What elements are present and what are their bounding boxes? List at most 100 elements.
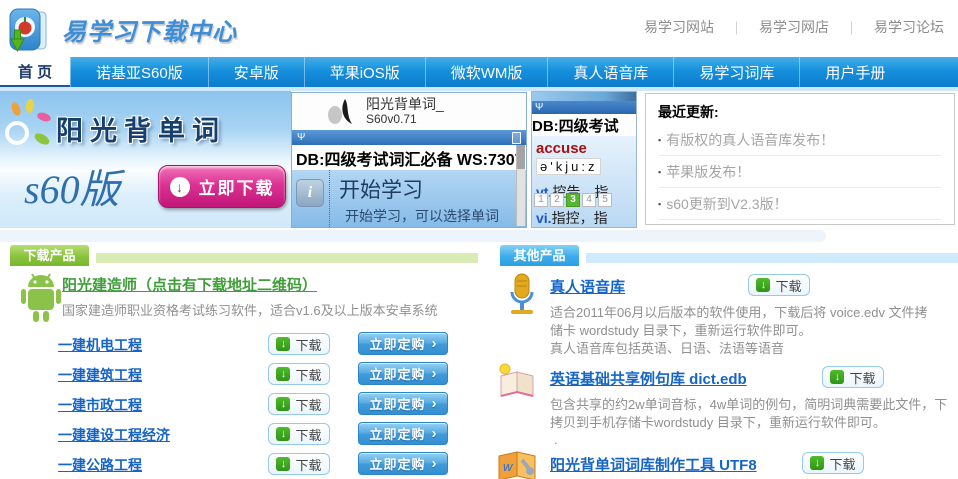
nav-tab-home[interactable]: 首 页: [0, 57, 70, 87]
order-now-button[interactable]: 立即定购 ›: [358, 422, 448, 445]
course-link[interactable]: 一建公路工程: [58, 455, 142, 475]
download-icon: ↓: [276, 337, 290, 351]
app-swoosh-icon: [326, 98, 356, 126]
signal-icon: Ψ: [535, 102, 543, 113]
phone-left-header: 阳光背单词_ S60v0.71: [292, 93, 526, 130]
nav-tab-nokia-s60[interactable]: 诺基亚S60版: [70, 57, 208, 87]
android-icon: [18, 270, 64, 324]
link-separator: ｜: [845, 18, 858, 37]
phone-scrollbar[interactable]: [516, 145, 525, 226]
download-icon: ↓: [756, 278, 770, 292]
nav-tab-wm[interactable]: 微软WM版: [425, 57, 548, 87]
course-link[interactable]: 一建建筑工程: [58, 365, 142, 385]
phonetic-text: ə'kju:z: [536, 158, 601, 175]
download-icon: ↓: [276, 457, 290, 471]
description-line: 适合2011年06月以后版本的软件使用，下载后将 voice.edv 文件拷: [550, 302, 928, 321]
phone-left-titlebar: Ψ: [292, 130, 526, 145]
sentence-library-link[interactable]: 英语基础共享例句库 dict.edb: [550, 368, 747, 389]
download-button[interactable]: ↓ 下载: [268, 453, 330, 475]
order-now-button[interactable]: 立即定购 ›: [358, 362, 448, 385]
updates-title: 最近更新:: [658, 102, 942, 122]
phone-right-wallpaper: [532, 92, 636, 101]
menu-item-title: 开始学习: [339, 174, 423, 204]
download-row: 一建公路工程 ↓ 下载 立即定购 ›: [0, 452, 478, 476]
nav-tab-ios[interactable]: 苹果iOS版: [304, 57, 425, 87]
promo-flower-icon: [2, 99, 56, 155]
meaning-vi: vi.指控，指: [536, 208, 636, 228]
download-icon: ↓: [276, 397, 290, 411]
download-button[interactable]: ↓ 下载: [268, 423, 330, 445]
chevron-right-icon: ›: [432, 426, 437, 441]
chevron-right-icon: ›: [432, 336, 437, 351]
page-indicator: 1 2 3 4 5: [534, 193, 612, 207]
word-text: accuse: [536, 136, 636, 157]
tab-other-products[interactable]: 其他产品: [500, 245, 579, 266]
page-4[interactable]: 4: [582, 193, 596, 207]
download-row: 一建建筑工程 ↓ 下载 立即定购 ›: [0, 362, 478, 386]
voice-library-link[interactable]: 真人语音库: [550, 276, 625, 297]
svg-text:w: w: [503, 459, 514, 474]
info-icon: i: [296, 179, 324, 207]
download-button[interactable]: ↓ 下载: [748, 274, 810, 296]
course-link[interactable]: 一建建设工程经济: [58, 425, 170, 445]
book-icon: [496, 362, 538, 398]
banner-row: 阳光背单词 s60版 ↓ 立即下载 阳光背单词_ S60v0.71 Ψ: [0, 91, 958, 228]
screenshot-phone-left: 阳光背单词_ S60v0.71 Ψ DB:四级考试词汇必备 WS:7307 i …: [291, 92, 527, 228]
nav-tab-android[interactable]: 安卓版: [208, 57, 304, 87]
phone-left-menu: i 开始学习 开始学习，可以选择单词: [292, 170, 526, 227]
download-row: 一建建设工程经济 ↓ 下载 立即定购 ›: [0, 422, 478, 446]
nav-tab-dictionary[interactable]: 易学习词库: [673, 57, 799, 87]
phone-app-name: 阳光背单词_: [366, 97, 444, 112]
order-now-button[interactable]: 立即定购 ›: [358, 392, 448, 415]
link-website[interactable]: 易学习网站: [644, 17, 714, 37]
download-button[interactable]: ↓ 下载: [268, 333, 330, 355]
page-5[interactable]: 5: [598, 193, 612, 207]
battery-icon: [512, 132, 521, 144]
scrollbar-thumb[interactable]: [517, 145, 525, 169]
dict-tool-link[interactable]: 阳光背单词词库制作工具 UTF8: [550, 454, 757, 475]
bullet-icon: ▪: [658, 167, 661, 177]
tab-download-products[interactable]: 下载产品: [10, 245, 89, 266]
update-item[interactable]: ▪苹果版发布！: [658, 156, 942, 188]
download-button[interactable]: ↓ 下载: [822, 366, 884, 388]
download-icon: ↓: [276, 367, 290, 381]
page-3-active[interactable]: 3: [566, 193, 580, 207]
chevron-right-icon: ›: [432, 456, 437, 471]
description-line: 真人语音库包括英语、日语、法语等语音: [550, 338, 784, 357]
page: 易学习下载中心 易学习网站 ｜ 易学习网店 ｜ 易学习论坛 首 页 诺基亚S60…: [0, 0, 958, 479]
main-nav: 首 页 诺基亚S60版 安卓版 苹果iOS版 微软WM版 真人语音库 易学习词库…: [0, 57, 958, 87]
page-2[interactable]: 2: [550, 193, 564, 207]
course-link[interactable]: 一建市政工程: [58, 395, 142, 415]
update-item[interactable]: ▪有版权的真人语音库发布！: [658, 124, 942, 156]
description-line: .: [554, 432, 558, 447]
logo-text: 易学习下载中心: [62, 12, 237, 47]
banner-download-button[interactable]: ↓ 立即下载: [158, 165, 286, 208]
description-line: 拷贝到手机存储卡wordstudy 目录下，重新运行软件即可。: [550, 412, 886, 431]
nav-tab-manual[interactable]: 用户手册: [799, 57, 910, 87]
nav-tab-voice-library[interactable]: 真人语音库: [547, 57, 673, 87]
page-1[interactable]: 1: [534, 193, 548, 207]
update-item[interactable]: ▪安卓版最新使用手册发布！: [658, 220, 942, 225]
download-button[interactable]: ↓ 下载: [802, 452, 864, 474]
download-button[interactable]: ↓ 下载: [268, 393, 330, 415]
section-divider-strip: [0, 230, 826, 242]
chevron-right-icon: ›: [432, 396, 437, 411]
link-store[interactable]: 易学习网店: [759, 17, 829, 37]
bullet-icon: ▪: [658, 135, 661, 145]
link-forum[interactable]: 易学习论坛: [874, 17, 944, 37]
microphone-icon: [504, 272, 540, 316]
phone-right-word-view: accuse ə'kju:z vt.控告，指 vi.指控，指 1 2 3 4 5: [532, 136, 636, 228]
top-links: 易学习网站 ｜ 易学习网店 ｜ 易学习论坛: [644, 17, 944, 37]
update-item[interactable]: ▪s60更新到V2.3版！: [658, 188, 942, 220]
product-title-link[interactable]: 阳光建造师（点击有下载地址二维码）: [62, 274, 317, 295]
download-button[interactable]: ↓ 下载: [268, 363, 330, 385]
order-now-button[interactable]: 立即定购 ›: [358, 452, 448, 475]
download-arrow-icon: ↓: [170, 177, 190, 197]
logo[interactable]: 易学习下载中心: [8, 4, 237, 54]
order-now-button[interactable]: 立即定购 ›: [358, 332, 448, 355]
download-icon: ↓: [276, 427, 290, 441]
promo-banner: 阳光背单词 s60版 ↓ 立即下载: [0, 91, 291, 228]
phone-right-db-line: DB:四级考试: [532, 114, 636, 136]
download-products-section: 下载产品 阳光建造师（点击有下载地址二维码） 国家建造师职业资格考试练习软件，适…: [0, 244, 478, 479]
course-link[interactable]: 一建机电工程: [58, 335, 142, 355]
